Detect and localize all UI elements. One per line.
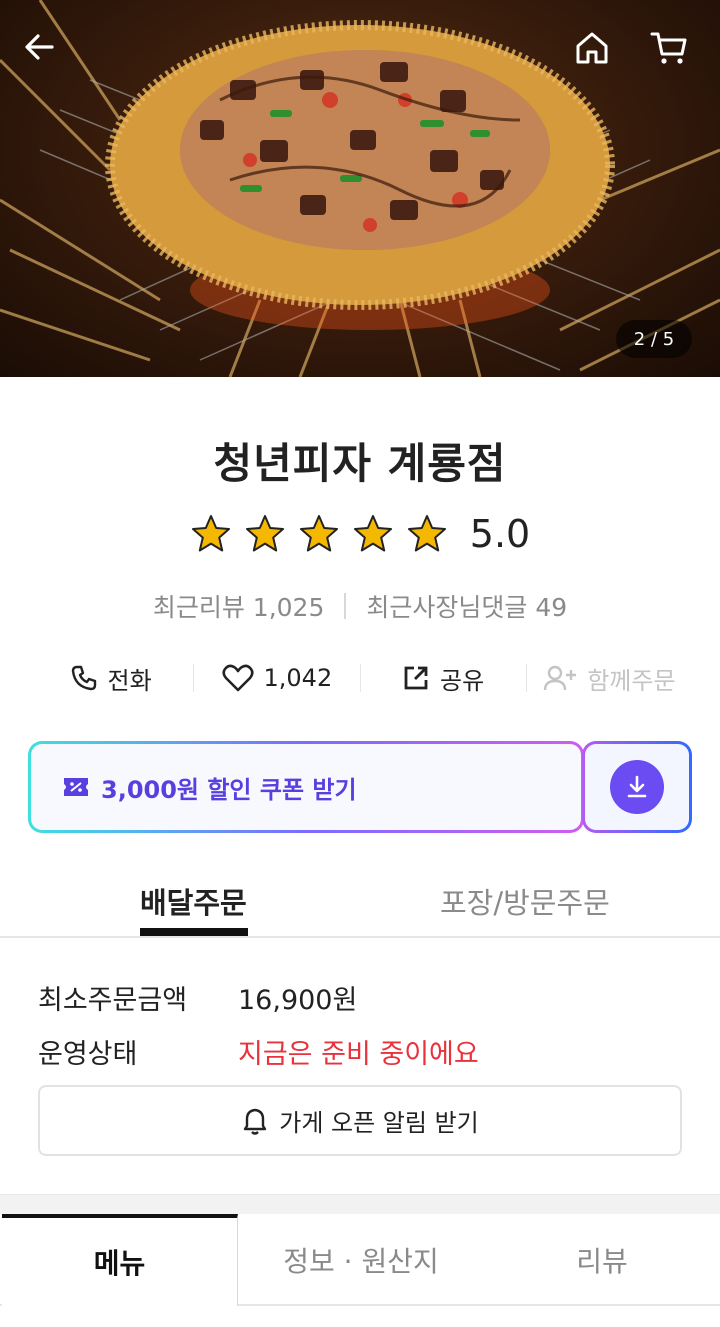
order-type-tabs: 배달주문 포장/방문주문 xyxy=(0,870,720,938)
like-count: 1,042 xyxy=(263,664,333,692)
add-user-icon xyxy=(544,665,577,691)
section-divider xyxy=(0,1194,720,1214)
divider xyxy=(344,593,347,619)
open-notify-button[interactable]: 가게 오픈 알림 받기 xyxy=(38,1085,682,1156)
rating-value: 5.0 xyxy=(469,512,531,556)
cart-icon xyxy=(650,32,687,64)
bell-icon xyxy=(244,1108,267,1135)
star-rating xyxy=(190,513,448,555)
star-icon xyxy=(299,515,338,552)
share-button[interactable]: 공유 xyxy=(361,661,526,696)
download-circle xyxy=(610,760,664,814)
status-row: 운영상태 지금은 준비 중이에요 xyxy=(38,1032,479,1071)
group-order-button[interactable]: 함께주문 xyxy=(527,661,692,696)
star-icon xyxy=(191,515,230,552)
recent-reviews-count[interactable]: 최근리뷰 1,025 xyxy=(153,588,325,624)
tab-info[interactable]: 정보 · 원산지 xyxy=(238,1214,484,1306)
owner-replies-count[interactable]: 최근사장님댓글 49 xyxy=(366,588,567,624)
store-hero-image[interactable]: 2 / 5 xyxy=(0,0,720,377)
group-order-label: 함께주문 xyxy=(587,666,676,695)
tab-delivery[interactable]: 배달주문 xyxy=(140,880,247,922)
heart-icon xyxy=(221,664,254,692)
open-notify-label: 가게 오픈 알림 받기 xyxy=(279,1109,479,1137)
status-label: 운영상태 xyxy=(38,1039,138,1070)
star-icon xyxy=(245,515,284,552)
call-button[interactable]: 전화 xyxy=(28,661,193,696)
active-tab-indicator xyxy=(140,928,248,936)
home-button[interactable] xyxy=(574,30,622,78)
min-order-label: 최소주문금액 xyxy=(38,985,188,1016)
store-name: 청년피자 계룡점 xyxy=(213,439,507,488)
status-value: 지금은 준비 중이에요 xyxy=(238,1039,479,1070)
coupon-button[interactable]: 3,000원 할인 쿠폰 받기 xyxy=(28,741,584,833)
phone-icon xyxy=(71,665,96,691)
share-label: 공유 xyxy=(440,666,485,695)
back-button[interactable] xyxy=(22,30,70,78)
coupon-download-button[interactable] xyxy=(582,741,692,833)
rating-row: 5.0 xyxy=(0,512,720,556)
home-icon xyxy=(576,32,608,64)
share-icon xyxy=(404,666,428,690)
coupon-label: 3,000원 할인 쿠폰 받기 xyxy=(101,775,357,804)
tab-menu[interactable]: 메뉴 xyxy=(2,1214,238,1306)
store-section-tabs: 메뉴 정보 · 원산지 리뷰 xyxy=(0,1214,720,1306)
like-button[interactable]: 1,042 xyxy=(194,664,359,692)
download-icon xyxy=(627,775,647,798)
coupon-icon xyxy=(64,778,88,796)
star-icon xyxy=(407,515,446,552)
cart-button[interactable] xyxy=(650,30,698,78)
review-stats: 최근리뷰 1,025 최근사장님댓글 49 xyxy=(0,588,720,624)
call-label: 전화 xyxy=(107,666,152,695)
min-order-value: 16,900원 xyxy=(238,985,358,1016)
store-actions: 전화 1,042 공유 함께주문 xyxy=(28,655,692,701)
tab-reviews[interactable]: 리뷰 xyxy=(484,1214,720,1306)
star-icon xyxy=(353,515,392,552)
min-order-row: 최소주문금액 16,900원 xyxy=(38,978,357,1017)
image-counter: 2 / 5 xyxy=(616,320,692,358)
arrow-left-icon xyxy=(25,34,54,60)
coupon-banner: 3,000원 할인 쿠폰 받기 xyxy=(28,741,692,833)
tab-pickup[interactable]: 포장/방문주문 xyxy=(440,880,610,922)
